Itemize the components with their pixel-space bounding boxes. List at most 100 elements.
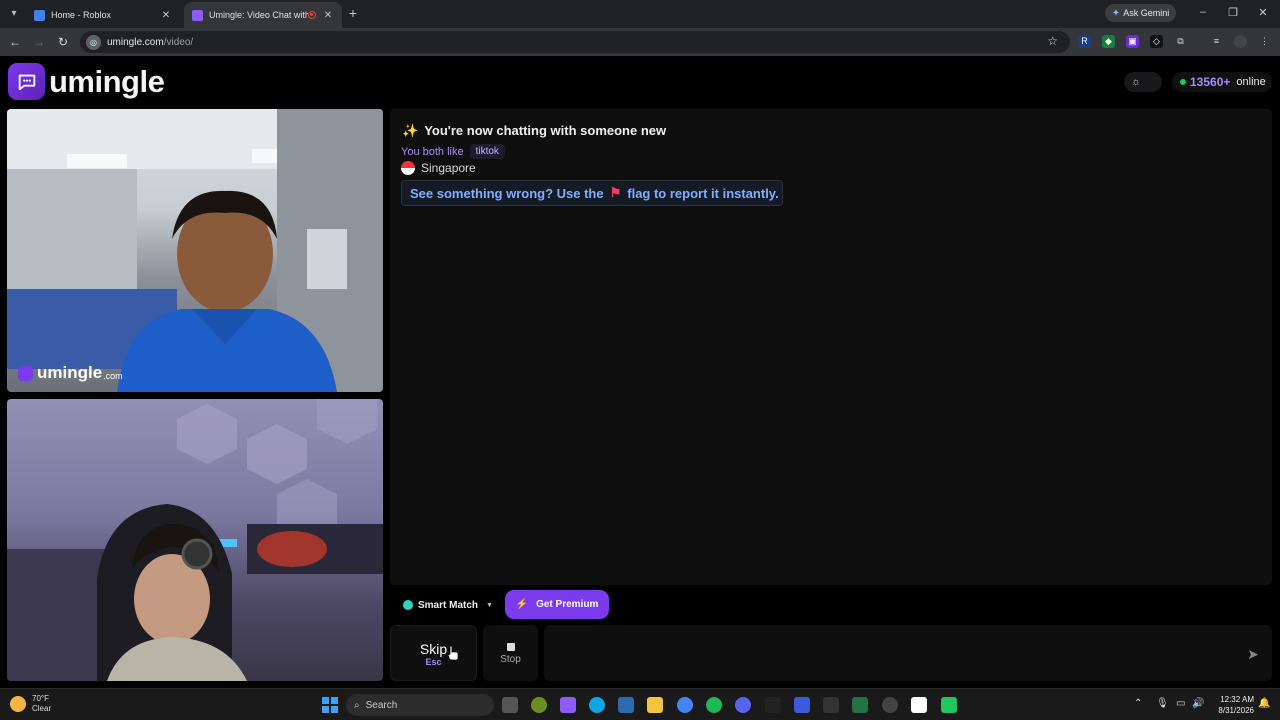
ask-gemini-button[interactable]: ✦ Ask Gemini <box>1105 4 1176 22</box>
stranger-video: umingle .com <box>7 109 383 392</box>
close-tab-icon[interactable]: ✕ <box>160 10 172 21</box>
android-app-icon[interactable] <box>941 697 957 713</box>
send-arrow-icon[interactable]: ➤ <box>1244 645 1262 663</box>
tab-umingle[interactable]: Umingle: Video Chat with S ✕ <box>184 2 342 28</box>
spreadsheet-app-icon[interactable] <box>852 697 868 713</box>
task-view-icon[interactable] <box>502 697 518 713</box>
ask-gemini-label: Ask Gemini <box>1123 8 1170 18</box>
extension-shield-icon[interactable]: ◆ <box>1102 35 1115 48</box>
stranger-video-scene <box>7 109 383 392</box>
watermark-logo-icon <box>18 365 33 381</box>
message-input[interactable] <box>544 625 1272 681</box>
weather-widget[interactable]: 70°F Clear <box>10 694 51 714</box>
url-path: /video/ <box>163 36 194 48</box>
mouse-hand-cursor-icon <box>447 645 459 661</box>
capcut-app-icon[interactable] <box>911 697 927 713</box>
notification-bell-icon[interactable]: 🔔 <box>1258 698 1270 709</box>
media-queue-icon[interactable]: ≡ <box>1210 35 1223 48</box>
console-app-icon[interactable] <box>823 697 839 713</box>
store-app-icon[interactable] <box>618 697 634 713</box>
umingle-page: umingle ☼ 13560+ online umingle .com ✨ Y… <box>0 56 1280 688</box>
smart-match-label: Smart Match <box>418 599 479 611</box>
clock-date: 8/31/2026 <box>1218 706 1254 715</box>
lightning-icon: ⚡ <box>515 599 529 610</box>
extensions-puzzle-icon[interactable]: ⧉ <box>1174 35 1187 48</box>
file-explorer-icon[interactable] <box>647 697 663 713</box>
kebab-menu-icon[interactable]: ⋮ <box>1258 35 1271 48</box>
chat-status-headline: ✨ You're now chatting with someone new <box>402 123 666 139</box>
tray-overflow-chevron-icon[interactable]: ⌃ <box>1134 698 1142 709</box>
back-arrow-icon[interactable]: ← <box>7 34 23 50</box>
extension-twitch-icon[interactable]: ▣ <box>1126 35 1139 48</box>
edge-app-icon[interactable] <box>589 697 605 713</box>
gemini-sparkle-icon: ✦ <box>1111 7 1121 19</box>
system-clock[interactable]: 12:32 AM 8/31/2026 <box>1208 694 1254 716</box>
singapore-flag-icon <box>401 161 415 175</box>
url-host: umingle.com <box>107 36 164 48</box>
notice-text-after: flag to report it instantly. <box>627 185 779 201</box>
notice-text-before: See something wrong? Use the <box>410 185 604 201</box>
interest-tag: tiktok <box>469 144 505 159</box>
country-name: Singapore <box>421 161 476 175</box>
microphone-icon[interactable]: 🎙 <box>1156 698 1169 709</box>
logo-wordmark: umingle <box>49 63 165 99</box>
sparkles-icon: ✨ <box>402 123 419 138</box>
globe-icon <box>403 600 413 610</box>
theme-toggle[interactable]: ☼ <box>1124 72 1162 92</box>
stop-button[interactable]: Stop <box>483 625 538 681</box>
site-info-icon[interactable]: ◎ <box>86 34 101 50</box>
smart-match-dropdown[interactable]: Smart Match ▼ <box>395 595 495 615</box>
obs-app-icon[interactable] <box>882 697 898 713</box>
stop-label: Stop <box>500 654 521 665</box>
likes-label: You both like <box>401 145 464 158</box>
self-video <box>7 399 383 681</box>
premium-label: Get Premium <box>536 599 599 610</box>
weather-temp: 70°F <box>32 694 49 703</box>
spotify-app-icon[interactable] <box>706 697 722 713</box>
moon-weather-icon <box>10 696 26 712</box>
xbox-app-icon[interactable] <box>531 697 547 713</box>
chrome-app-icon[interactable] <box>677 697 693 713</box>
taskbar-search[interactable]: ⌕ Search <box>346 694 494 716</box>
extension-diamond-icon[interactable]: ◇ <box>1150 35 1163 48</box>
start-windows-icon[interactable] <box>322 697 338 713</box>
extension-translate-icon[interactable]: R <box>1078 35 1091 48</box>
reload-icon[interactable]: ↻ <box>55 34 71 50</box>
copilot-app-icon[interactable] <box>560 697 576 713</box>
self-video-scene <box>7 399 383 681</box>
chat-bubble-logo-icon <box>8 63 45 100</box>
close-tab-icon[interactable]: ✕ <box>322 10 334 21</box>
get-premium-button[interactable]: ⚡ Get Premium <box>505 590 609 619</box>
umingle-logo[interactable]: umingle <box>8 63 165 100</box>
address-bar[interactable]: ◎ umingle.com/video/ ☆ <box>80 31 1070 53</box>
restore-icon[interactable]: ❐ <box>1226 6 1240 19</box>
new-tab-plus-icon[interactable]: + <box>346 6 360 20</box>
online-status-dot <box>1180 79 1186 85</box>
bookmark-star-icon[interactable]: ☆ <box>1047 34 1058 48</box>
weather-condition: Clear <box>32 704 52 713</box>
video-watermark: umingle .com <box>18 363 123 383</box>
stranger-country: Singapore <box>401 161 476 175</box>
roblox-app-icon[interactable] <box>794 697 810 713</box>
windows-taskbar: 70°F Clear ⌕ Search ⌃ 🎙 ▭ 🔊 12:32 AM 8/3… <box>0 688 1280 720</box>
skip-button[interactable]: Skip Esc <box>390 625 477 681</box>
close-window-icon[interactable]: ✕ <box>1256 6 1270 19</box>
skip-label: Skip <box>419 641 448 657</box>
network-icon[interactable]: ▭ <box>1176 698 1185 709</box>
tab-search-chevron-icon[interactable]: ▾ <box>6 6 22 22</box>
discord-app-icon[interactable] <box>735 697 751 713</box>
profile-avatar[interactable] <box>1234 35 1247 48</box>
watermark-domain: .com <box>103 371 123 381</box>
report-flag-icon[interactable]: ⚑ <box>610 185 622 201</box>
recording-indicator-icon <box>308 11 316 19</box>
forward-arrow-icon[interactable]: → <box>31 34 47 50</box>
volume-icon[interactable]: 🔊 <box>1192 698 1204 709</box>
online-label: online <box>1236 76 1266 88</box>
minimize-icon[interactable]: – <box>1196 6 1210 18</box>
skip-shortcut: Esc <box>425 657 442 667</box>
terminal-app-icon[interactable] <box>765 697 781 713</box>
sun-icon: ☼ <box>1130 76 1142 88</box>
watermark-text: umingle <box>37 363 103 382</box>
stop-square-icon <box>506 643 515 651</box>
tab-roblox[interactable]: Home - Roblox ✕ <box>26 2 180 28</box>
